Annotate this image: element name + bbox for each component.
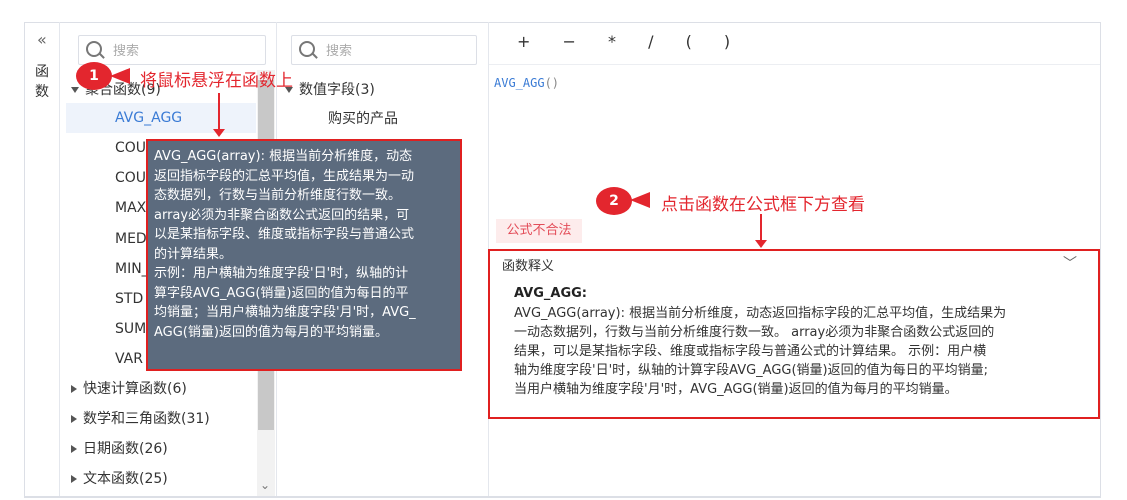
field-search-input[interactable]: [324, 40, 458, 62]
minus-operator-button[interactable]: −: [563, 32, 576, 51]
multiply-operator-button[interactable]: *: [608, 32, 616, 51]
group-math[interactable]: 数学和三角函数(31): [71, 404, 210, 434]
step-2-text: 点击函数在公式框下方查看: [661, 195, 865, 215]
group-date[interactable]: 日期函数(26): [71, 434, 168, 464]
plus-operator-button[interactable]: +: [517, 32, 530, 51]
tooltip-line: AGG(销量)返回的值为每月的平均销量。: [154, 324, 388, 340]
function-item[interactable]: COU: [115, 133, 146, 163]
group-label: 快速计算函数(6): [83, 381, 187, 397]
caret-down-icon: [71, 87, 79, 93]
group-label: 数值字段(3): [299, 82, 375, 98]
field-search-box[interactable]: [291, 35, 477, 65]
field-item[interactable]: 购买的产品: [328, 104, 398, 134]
explanation-line: 结果，可以是某指标字段、维度或指标字段与普通公式的计算结果。 示例：用户横: [514, 344, 987, 359]
tooltip-line: 的计算结果。: [154, 246, 233, 262]
group-label: 数学和三角函数(31): [83, 411, 210, 427]
formula-parens: (): [544, 76, 560, 90]
tooltip-line: 示例：用户横轴为维度字段'日'时，纵轴的计: [154, 266, 409, 281]
chevron-down-icon[interactable]: ﹀: [1063, 253, 1077, 273]
formula-function-name: AVG_AGG: [494, 76, 545, 90]
explanation-function-name: AVG_AGG:: [514, 286, 588, 301]
step-2-badge: 2: [596, 187, 632, 215]
caret-right-icon: [71, 415, 77, 423]
caret-right-icon: [71, 475, 77, 483]
close-paren-button[interactable]: ): [724, 32, 730, 51]
step-1-text: 将鼠标悬浮在函数上: [140, 71, 293, 91]
function-tooltip: AVG_AGG(array): 根据当前分析维度，动态 返回指标字段的汇总平均值…: [146, 139, 462, 371]
invalid-formula-badge: 公式不合法: [496, 219, 582, 243]
explanation-body: AVG_AGG(array): 根据当前分析维度，动态返回指标字段的汇总平均值，…: [514, 304, 1084, 399]
step-1-badge: 1: [76, 62, 112, 90]
step-1-pointer-icon: [110, 68, 130, 84]
sidebar-label-char: 数: [35, 84, 49, 100]
double-chevron-left-icon[interactable]: «: [37, 30, 47, 49]
toolbar-divider: [489, 64, 1100, 65]
explanation-line: 轴为维度字段'日'时，纵轴的计算字段AVG_AGG(销量)返回的值为每日的平均销…: [514, 363, 989, 378]
group-label: 文本函数(25): [83, 471, 168, 487]
group-label: 日期函数(26): [83, 441, 168, 457]
tooltip-line: 算字段AVG_AGG(销量)返回的值为每日的平: [154, 285, 409, 301]
function-search-input[interactable]: [111, 40, 245, 62]
tooltip-line: AVG_AGG(array): 根据当前分析维度，动态: [154, 149, 413, 164]
function-item[interactable]: MED: [115, 224, 147, 254]
function-item[interactable]: COU: [115, 163, 146, 193]
sidebar-label[interactable]: 函 数: [34, 62, 50, 102]
open-paren-button[interactable]: (: [686, 32, 692, 51]
function-search-box[interactable]: [78, 35, 266, 65]
explanation-line: AVG_AGG(array): 根据当前分析维度，动态返回指标字段的汇总平均值，…: [514, 306, 1007, 321]
function-item[interactable]: SUM: [115, 314, 146, 344]
explanation-line: 当用户横轴为维度字段'月'时，AVG_AGG(销量)返回的值为每月的平均销量。: [514, 382, 958, 397]
function-item-avg-agg[interactable]: AVG_AGG: [115, 103, 182, 133]
tooltip-line: 以是某指标字段、维度或指标字段与普通公式: [154, 227, 415, 242]
function-item[interactable]: STD: [115, 284, 143, 314]
search-icon: [299, 41, 315, 57]
tooltip-line: 均销量；当用户横轴为维度字段'月'时，AVG_: [154, 305, 416, 320]
group-numeric-fields[interactable]: 数值字段(3): [285, 75, 375, 105]
tooltip-line: 返回指标字段的汇总平均值，生成结果为一动: [154, 168, 415, 184]
caret-right-icon: [71, 385, 77, 393]
function-item[interactable]: VAR: [115, 344, 143, 374]
caret-right-icon: [71, 445, 77, 453]
sidebar-label-char: 函: [35, 64, 49, 80]
frame-bottom-border: [24, 496, 1101, 497]
tooltip-line: 态数据列，行数与当前分析维度行数一致。: [154, 188, 402, 203]
step-2-pointer-icon: [630, 192, 650, 208]
group-quick-calc[interactable]: 快速计算函数(6): [71, 374, 187, 404]
explanation-title: 函数释义: [502, 259, 555, 274]
function-item[interactable]: MAX: [115, 193, 146, 223]
explanation-line: 一动态数据列，行数与当前分析维度行数一致。 array必须为非聚合函数公式返回的: [514, 325, 995, 340]
divide-operator-button[interactable]: /: [648, 32, 653, 51]
chevron-down-icon[interactable]: ⌄: [260, 478, 270, 492]
frame-right-border: [1100, 22, 1101, 496]
group-text[interactable]: 文本函数(25): [71, 464, 168, 494]
operator-toolbar: + − * / ( ): [517, 32, 757, 51]
tooltip-line: array必须为非聚合函数公式返回的结果，可: [154, 207, 410, 223]
step-2-arrow-icon: [755, 214, 767, 248]
formula-input[interactable]: AVG_AGG(): [494, 76, 559, 90]
function-item[interactable]: MIN_: [115, 254, 149, 284]
search-icon: [86, 41, 102, 57]
step-1-arrow-icon: [213, 93, 225, 137]
